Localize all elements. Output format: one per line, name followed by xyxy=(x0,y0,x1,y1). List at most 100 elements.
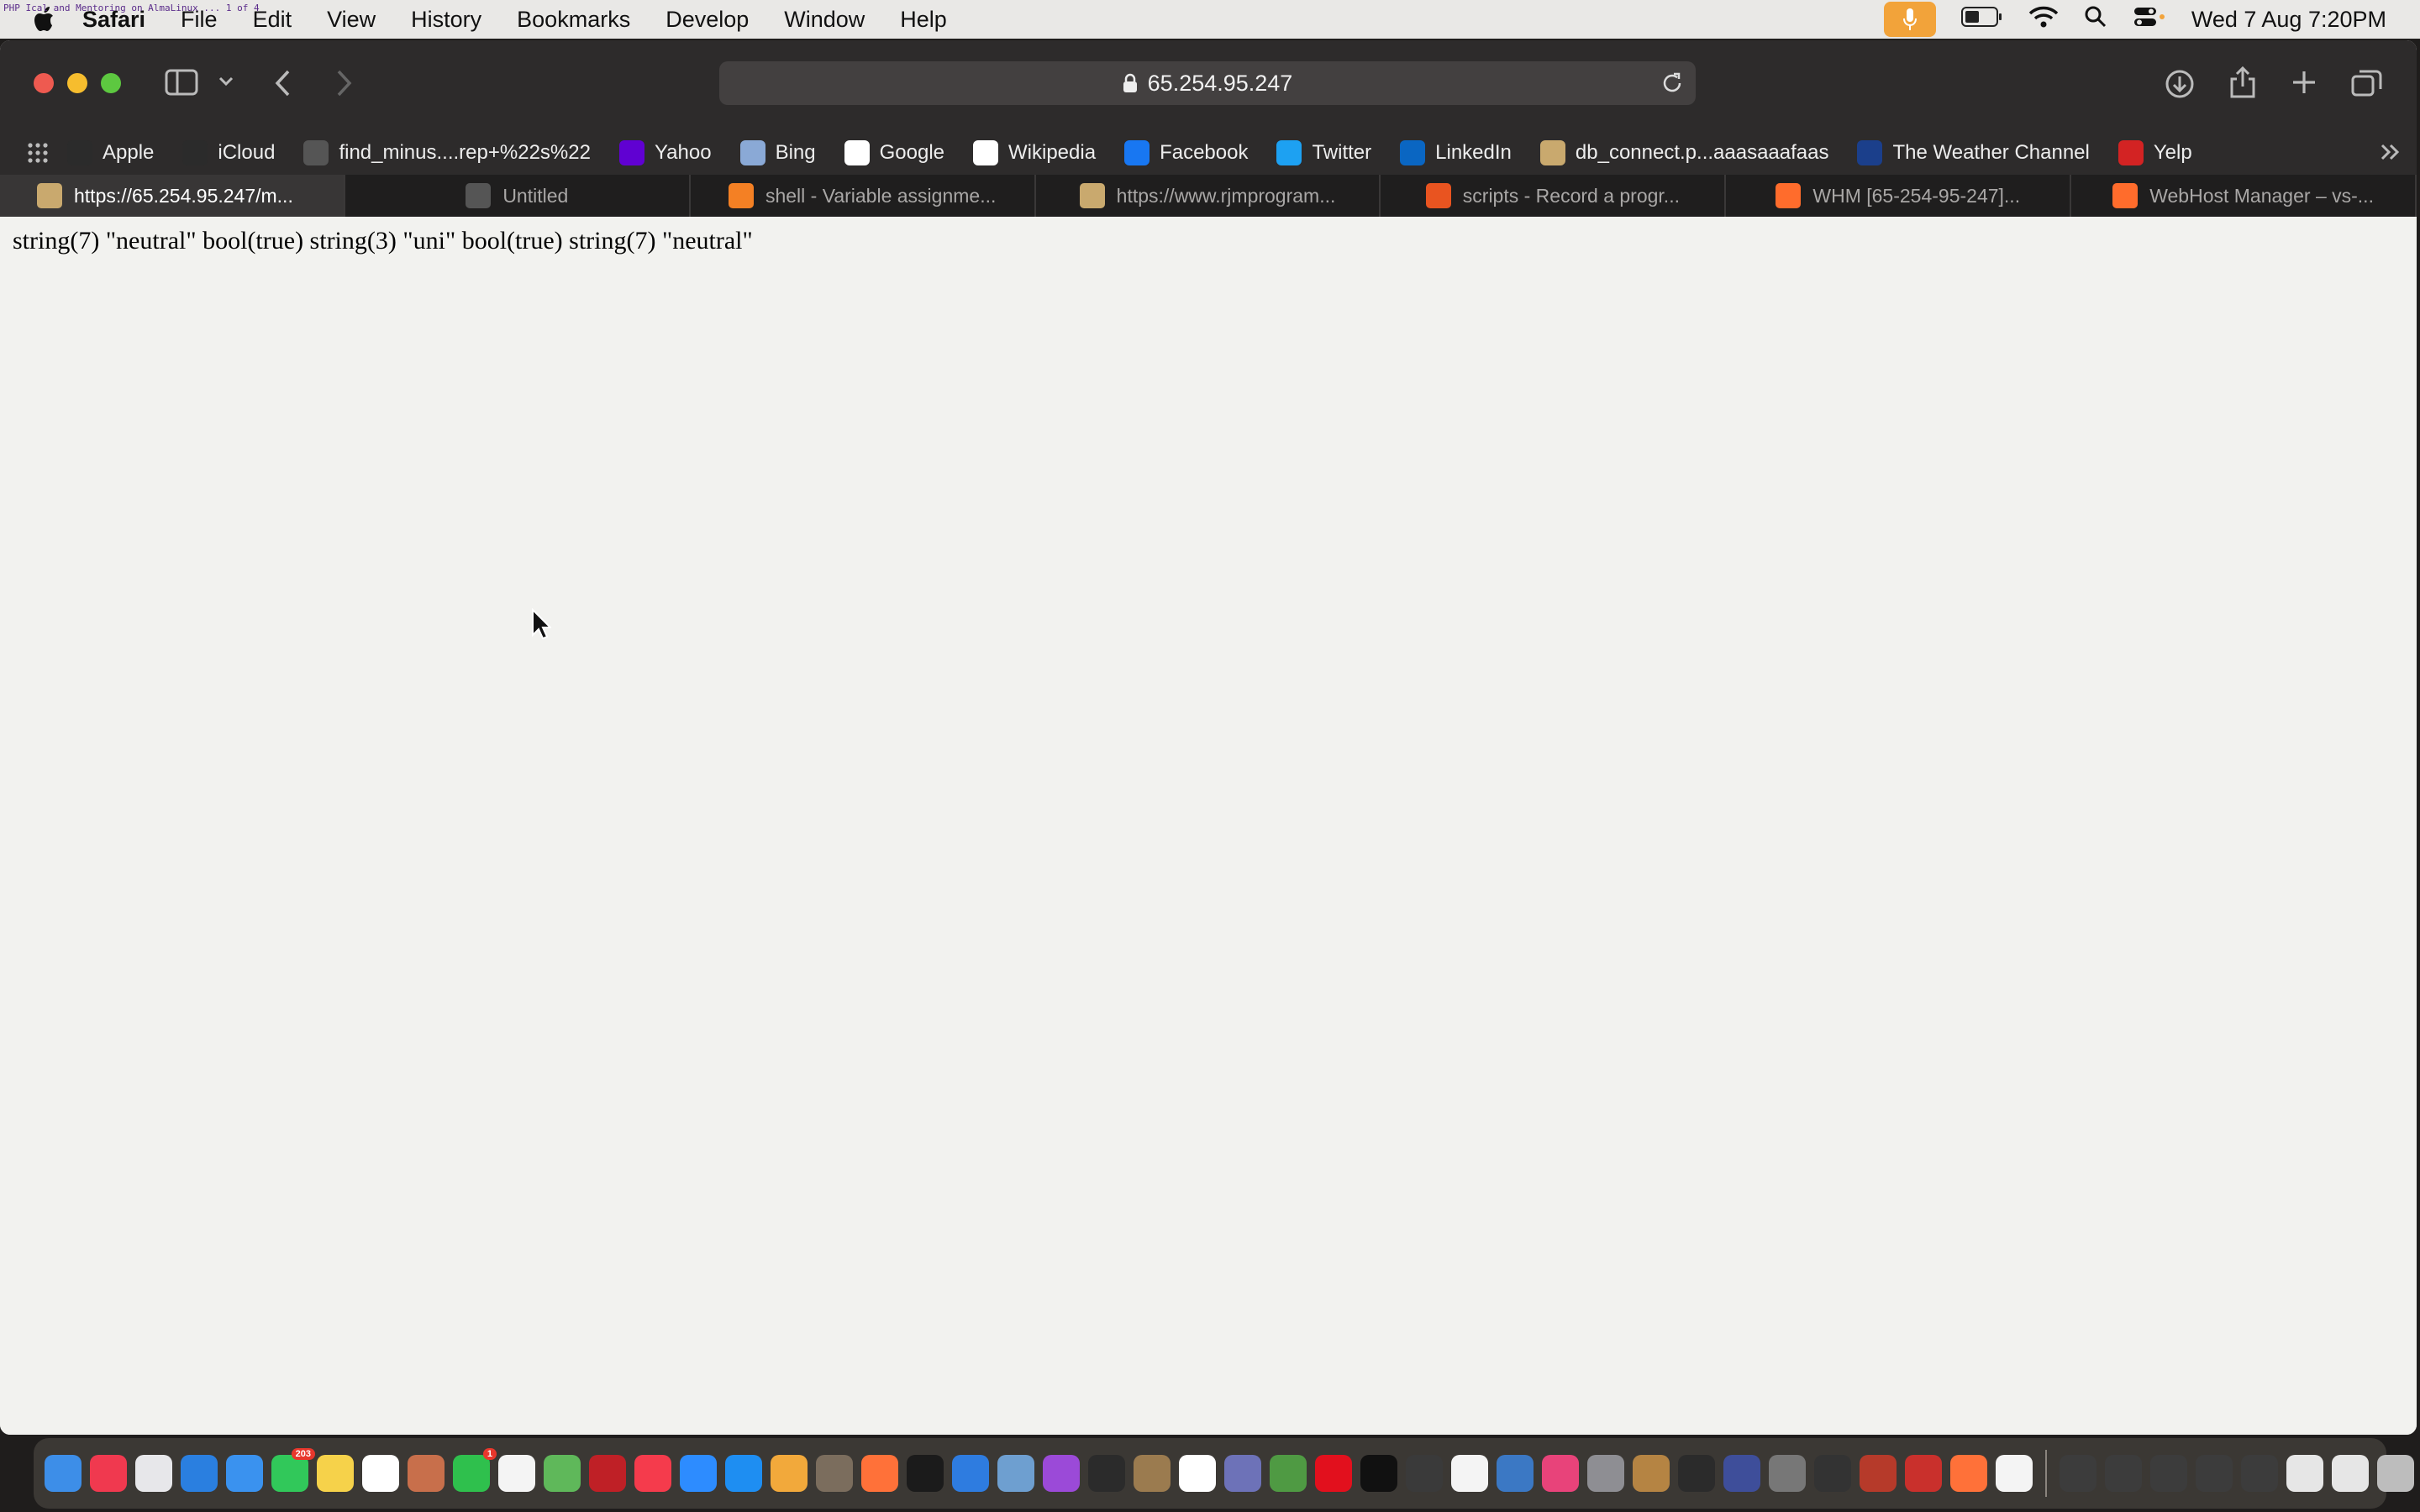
calculator-icon[interactable] xyxy=(1406,1455,1443,1492)
terminal-icon[interactable] xyxy=(1088,1455,1125,1492)
bookmark-item[interactable]: Twitter xyxy=(1276,140,1371,165)
chrome-icon[interactable] xyxy=(1270,1455,1307,1492)
firefox-icon[interactable] xyxy=(861,1455,898,1492)
bbedit-icon[interactable] xyxy=(1224,1455,1261,1492)
menu-help[interactable]: Help xyxy=(900,7,947,33)
wifi-icon[interactable] xyxy=(2028,5,2059,34)
bookmark-item[interactable]: db_connect.p...aaasaaafaas xyxy=(1539,140,1828,165)
freeform-icon[interactable] xyxy=(362,1455,399,1492)
spotlight-search-icon[interactable] xyxy=(2084,5,2107,34)
screenshot-icon[interactable] xyxy=(2196,1455,2233,1492)
screenshot-icon[interactable] xyxy=(2150,1455,2187,1492)
menu-clock[interactable]: Wed 7 Aug 7:20PM xyxy=(2191,7,2386,33)
quicktime-icon[interactable] xyxy=(1497,1455,1534,1492)
tab[interactable]: https://www.rjmprogram... xyxy=(1036,175,1381,217)
bookmark-item[interactable]: Facebook xyxy=(1124,140,1248,165)
back-button-icon[interactable] xyxy=(274,69,292,97)
console-icon[interactable] xyxy=(1678,1455,1715,1492)
messages-icon[interactable]: 203 xyxy=(271,1448,315,1492)
archive-icon[interactable] xyxy=(1134,1455,1171,1492)
bookmark-item[interactable]: find_minus....rep+%22s%22 xyxy=(303,140,591,165)
battery-icon[interactable] xyxy=(1960,6,2003,34)
maps-icon[interactable] xyxy=(544,1455,581,1492)
screenshot-icon[interactable] xyxy=(2105,1455,2142,1492)
chevron-down-icon[interactable] xyxy=(218,76,234,87)
tab[interactable]: WebHost Manager – vs-... xyxy=(2071,175,2417,217)
sidebar-toggle-icon[interactable] xyxy=(165,69,198,96)
inkscape-icon[interactable] xyxy=(1723,1455,1760,1492)
menu-bookmarks[interactable]: Bookmarks xyxy=(517,7,630,33)
chess-icon[interactable] xyxy=(1633,1455,1670,1492)
address-bar[interactable]: 65.254.95.247 xyxy=(719,61,1696,105)
grid-icon[interactable] xyxy=(27,142,49,164)
intellij-icon[interactable] xyxy=(1542,1455,1579,1492)
close-window-button[interactable] xyxy=(34,73,54,93)
microphone-icon[interactable] xyxy=(1883,2,1936,37)
bookmark-item[interactable]: Google xyxy=(844,140,944,165)
minimize-window-button[interactable] xyxy=(67,73,87,93)
zoom-window-button[interactable] xyxy=(101,73,121,93)
textedit-icon[interactable] xyxy=(1451,1455,1488,1492)
screenshot-icon[interactable] xyxy=(2241,1455,2278,1492)
tab[interactable]: scripts - Record a progr... xyxy=(1381,175,1727,217)
reload-icon[interactable] xyxy=(1660,71,1684,101)
tab-overview-icon[interactable] xyxy=(2351,69,2383,97)
bookmark-item[interactable]: iCloud xyxy=(182,140,275,165)
apple-tv-icon[interactable] xyxy=(907,1455,944,1492)
menu-window[interactable]: Window xyxy=(784,7,865,33)
system-settings-icon[interactable] xyxy=(1587,1455,1624,1492)
image-file-icon[interactable] xyxy=(2332,1455,2369,1492)
bookmark-item[interactable]: Apple xyxy=(67,140,154,165)
launchpad-icon[interactable] xyxy=(135,1455,172,1492)
audio-file-icon[interactable] xyxy=(1996,1455,2033,1492)
mail-icon[interactable] xyxy=(226,1455,263,1492)
podcasts-icon[interactable] xyxy=(1043,1455,1080,1492)
flashcard-icon[interactable] xyxy=(1905,1455,1942,1492)
trash-icon[interactable] xyxy=(2377,1455,2414,1492)
bookmark-item[interactable]: LinkedIn xyxy=(1400,140,1512,165)
screenshot-icon[interactable] xyxy=(2060,1455,2096,1492)
downloads-icon[interactable] xyxy=(2165,69,2195,99)
document-icon[interactable] xyxy=(498,1455,535,1492)
xcode-icon[interactable] xyxy=(952,1455,989,1492)
bookmark-item[interactable]: Yahoo xyxy=(618,140,712,165)
vpn-icon[interactable] xyxy=(1814,1455,1851,1492)
bookmark-item[interactable]: Wikipedia xyxy=(973,140,1096,165)
menu-view[interactable]: View xyxy=(327,7,376,33)
menu-develop[interactable]: Develop xyxy=(666,7,749,33)
bookmarks-overflow-icon[interactable] xyxy=(2378,139,2403,171)
terminal-icon[interactable] xyxy=(1360,1455,1397,1492)
filezilla-icon[interactable] xyxy=(589,1455,626,1492)
firefox-icon[interactable] xyxy=(1950,1455,1987,1492)
dictionary-icon[interactable] xyxy=(1860,1455,1897,1492)
bookmark-item[interactable]: Bing xyxy=(739,140,816,165)
opera-icon[interactable] xyxy=(1315,1455,1352,1492)
share-icon[interactable] xyxy=(2228,66,2257,99)
image-file-icon[interactable] xyxy=(2286,1455,2323,1492)
tab[interactable]: shell - Variable assignme... xyxy=(691,175,1036,217)
news-icon[interactable] xyxy=(634,1455,671,1492)
facetime-icon[interactable]: 1 xyxy=(453,1448,497,1492)
notes-icon[interactable] xyxy=(317,1455,354,1492)
safari-icon[interactable] xyxy=(181,1455,218,1492)
mission-control-icon[interactable] xyxy=(408,1455,445,1492)
new-tab-icon[interactable] xyxy=(2291,69,2317,96)
preview-icon[interactable] xyxy=(997,1455,1034,1492)
finder-icon[interactable] xyxy=(45,1455,82,1492)
photos-icon[interactable] xyxy=(771,1455,808,1492)
tab[interactable]: Untitled xyxy=(345,175,691,217)
zoom-icon[interactable] xyxy=(680,1455,717,1492)
bookmark-item[interactable]: Yelp xyxy=(2118,140,2192,165)
menu-history[interactable]: History xyxy=(411,7,481,33)
bookmark-item[interactable]: The Weather Channel xyxy=(1857,140,2090,165)
music-icon[interactable] xyxy=(90,1455,127,1492)
calendar-icon[interactable] xyxy=(1179,1455,1216,1492)
tab-active[interactable]: https://65.254.95.247/m... xyxy=(0,175,345,217)
app-store-icon[interactable] xyxy=(725,1455,762,1492)
tab[interactable]: WHM [65-254-95-247]... xyxy=(1726,175,2072,217)
forward-button-icon[interactable] xyxy=(334,69,353,97)
gimp-icon[interactable] xyxy=(816,1455,853,1492)
notification-badge: 203 xyxy=(291,1448,315,1460)
tableplus-icon[interactable] xyxy=(1769,1455,1806,1492)
control-center-icon[interactable] xyxy=(2133,5,2166,34)
